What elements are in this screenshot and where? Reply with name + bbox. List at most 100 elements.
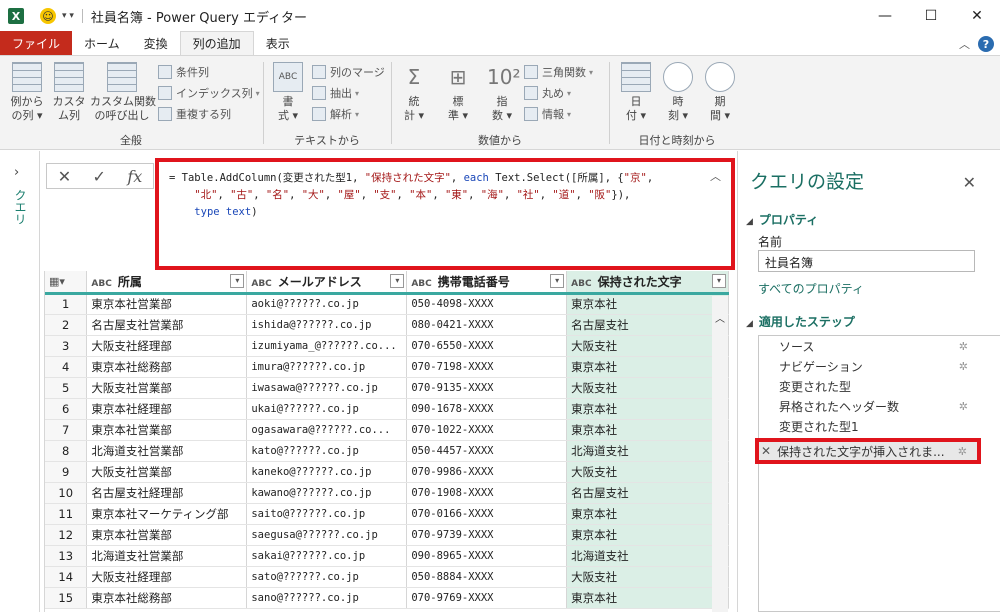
table-cell[interactable]: 090-8965-XXXX xyxy=(406,545,568,567)
table-cell[interactable]: 北海道支社営業部 xyxy=(86,440,248,462)
text-type-icon[interactable]: ABC xyxy=(411,279,431,289)
properties-section-header[interactable]: ◢ プロパティ xyxy=(746,211,818,228)
custom-column-button[interactable]: カスタ ム列 xyxy=(50,62,88,123)
applied-step[interactable]: ナビゲーション ✲ xyxy=(759,356,1000,376)
tab-4[interactable]: 表示 xyxy=(254,31,302,55)
table-cell[interactable]: sano@??????.co.jp xyxy=(246,587,408,609)
collapse-ribbon-icon[interactable]: ︿ xyxy=(959,36,970,52)
column-header[interactable]: ABC 携帯電話番号 ▾ xyxy=(406,271,568,295)
help-icon[interactable]: ? xyxy=(978,36,994,52)
table-cell[interactable]: ishida@??????.co.jp xyxy=(246,314,408,336)
table-cell[interactable]: kawano@??????.co.jp xyxy=(246,482,408,504)
gear-icon[interactable]: ✲ xyxy=(959,360,968,373)
table-cell[interactable]: 東京本社マーケティング部 xyxy=(86,503,248,525)
scientific-button[interactable]: 10² 指 数 ▾ xyxy=(484,62,520,123)
time-button[interactable]: 時 刻 ▾ xyxy=(660,62,696,123)
table-cell[interactable]: 北海道支社営業部 xyxy=(86,545,248,567)
table-cell[interactable]: 大阪支社 xyxy=(566,461,729,483)
filter-dropdown-icon[interactable]: ▾ xyxy=(712,274,726,288)
parse-button[interactable]: 解析 ▾ xyxy=(312,104,359,124)
text-type-icon[interactable]: ABC xyxy=(571,279,591,289)
table-cell[interactable]: izumiyama_@??????.co... xyxy=(246,335,408,357)
table-cell[interactable]: 東京本社総務部 xyxy=(86,356,248,378)
table-cell[interactable]: 東京本社 xyxy=(566,503,729,525)
invoke-custom-function-button[interactable]: カスタム関数 の呼び出し xyxy=(90,62,156,123)
commit-formula-icon[interactable]: ✓ xyxy=(93,167,106,186)
table-cell[interactable]: 北海道支社 xyxy=(566,545,729,567)
table-cell[interactable]: 大阪支社経理部 xyxy=(86,566,248,588)
statistics-button[interactable]: Σ 統 計 ▾ xyxy=(396,62,432,123)
applied-step[interactable]: 昇格されたヘッダー数 ✲ xyxy=(759,396,1000,416)
table-cell[interactable]: 050-4098-XXXX xyxy=(406,293,568,315)
table-cell[interactable]: imura@??????.co.jp xyxy=(246,356,408,378)
table-cell[interactable]: 東京本社営業部 xyxy=(86,524,248,546)
merge-columns-button[interactable]: 列のマージ xyxy=(312,62,385,82)
date-button[interactable]: 日 付 ▾ xyxy=(618,62,654,123)
formula-editor[interactable]: = Table.AddColumn(変更された型1, "保持された文字", ea… xyxy=(155,158,735,270)
filter-dropdown-icon[interactable]: ▾ xyxy=(390,274,405,288)
gear-icon[interactable]: ✲ xyxy=(959,340,968,353)
table-cell[interactable]: ogasawara@??????.co... xyxy=(246,419,408,441)
close-settings-icon[interactable]: ✕ xyxy=(963,173,976,192)
trigonometry-button[interactable]: 三角関数 ▾ xyxy=(524,62,593,82)
table-cell[interactable]: 東京本社 xyxy=(566,356,729,378)
table-cell[interactable]: 北海道支社 xyxy=(566,440,729,462)
filter-dropdown-icon[interactable]: ▾ xyxy=(230,274,245,288)
quick-access-dropdown-icon[interactable]: ▾ ▾ xyxy=(62,11,74,21)
applied-step[interactable]: 変更された型 xyxy=(759,376,1000,396)
applied-steps-header[interactable]: ◢ 適用したステップ xyxy=(746,313,855,330)
table-cell[interactable]: 東京本社 xyxy=(566,419,729,441)
close-window-button[interactable]: ✕ xyxy=(954,0,1000,32)
table-cell[interactable]: sakai@??????.co.jp xyxy=(246,545,408,567)
extract-button[interactable]: 抽出 ▾ xyxy=(312,83,359,103)
table-cell[interactable]: iwasawa@??????.co.jp xyxy=(246,377,408,399)
table-cell[interactable]: 大阪支社 xyxy=(566,566,729,588)
table-cell[interactable]: kaneko@??????.co.jp xyxy=(246,461,408,483)
fx-icon[interactable]: fx xyxy=(127,167,142,186)
table-cell[interactable]: 名古屋支社 xyxy=(566,482,729,504)
standard-button[interactable]: ⊞ 標 準 ▾ xyxy=(440,62,476,123)
table-cell[interactable]: 070-7198-XXXX xyxy=(406,356,568,378)
applied-step[interactable]: 変更された型1 xyxy=(759,416,1000,436)
table-cell[interactable]: 大阪支社 xyxy=(566,335,729,357)
maximize-button[interactable]: ☐ xyxy=(908,0,954,32)
index-column-button[interactable]: インデックス列 ▾ xyxy=(158,83,260,103)
chevron-up-icon[interactable]: ︿ xyxy=(710,168,721,184)
table-cell[interactable]: 大阪支社営業部 xyxy=(86,461,248,483)
table-cell[interactable]: 名古屋支社経理部 xyxy=(86,482,248,504)
delete-step-icon[interactable]: ✕ xyxy=(761,444,771,458)
all-properties-link[interactable]: すべてのプロパティ xyxy=(758,280,864,297)
tab-1[interactable]: ホーム xyxy=(72,31,132,55)
table-cell[interactable]: 名古屋支社 xyxy=(566,314,729,336)
table-cell[interactable]: 東京本社総務部 xyxy=(86,587,248,609)
feedback-smiley-icon[interactable]: ☺ xyxy=(40,8,56,24)
table-menu-icon[interactable]: ▦▾ xyxy=(45,271,88,295)
applied-step[interactable]: ソース ✲ xyxy=(759,336,1000,356)
information-button[interactable]: 情報 ▾ xyxy=(524,104,571,124)
chevron-up-icon[interactable]: ︿ xyxy=(715,310,725,325)
grid-scrollbar[interactable]: ︿ xyxy=(712,296,728,612)
gear-icon[interactable]: ✲ xyxy=(959,400,968,413)
table-cell[interactable]: 大阪支社経理部 xyxy=(86,335,248,357)
table-cell[interactable]: 050-4457-XXXX xyxy=(406,440,568,462)
table-cell[interactable]: 070-9769-XXXX xyxy=(406,587,568,609)
table-cell[interactable]: 東京本社 xyxy=(566,524,729,546)
table-cell[interactable]: 東京本社 xyxy=(566,293,729,315)
text-type-icon[interactable]: ABC xyxy=(251,279,271,289)
cancel-formula-icon[interactable]: ✕ xyxy=(58,167,71,186)
applied-step[interactable]: ✕ 保持された文字が挿入されま... ✲ xyxy=(755,438,981,464)
table-cell[interactable]: 名古屋支社営業部 xyxy=(86,314,248,336)
tab-3[interactable]: 列の追加 xyxy=(179,31,254,55)
column-from-examples-button[interactable]: 例から の列 ▾ xyxy=(6,62,48,123)
table-cell[interactable]: aoki@??????.co.jp xyxy=(246,293,408,315)
table-cell[interactable]: saegusa@??????.co.jp xyxy=(246,524,408,546)
format-button[interactable]: ABC 書 式 ▾ xyxy=(270,62,306,123)
gear-icon[interactable]: ✲ xyxy=(958,445,967,458)
filter-dropdown-icon[interactable]: ▾ xyxy=(550,274,565,288)
table-cell[interactable]: 東京本社経理部 xyxy=(86,398,248,420)
query-name-field[interactable]: 社員名簿 xyxy=(758,250,975,272)
table-cell[interactable]: 080-0421-XXXX xyxy=(406,314,568,336)
table-cell[interactable]: 070-9135-XXXX xyxy=(406,377,568,399)
text-type-icon[interactable]: ABC xyxy=(91,279,111,289)
table-cell[interactable]: 大阪支社 xyxy=(566,377,729,399)
